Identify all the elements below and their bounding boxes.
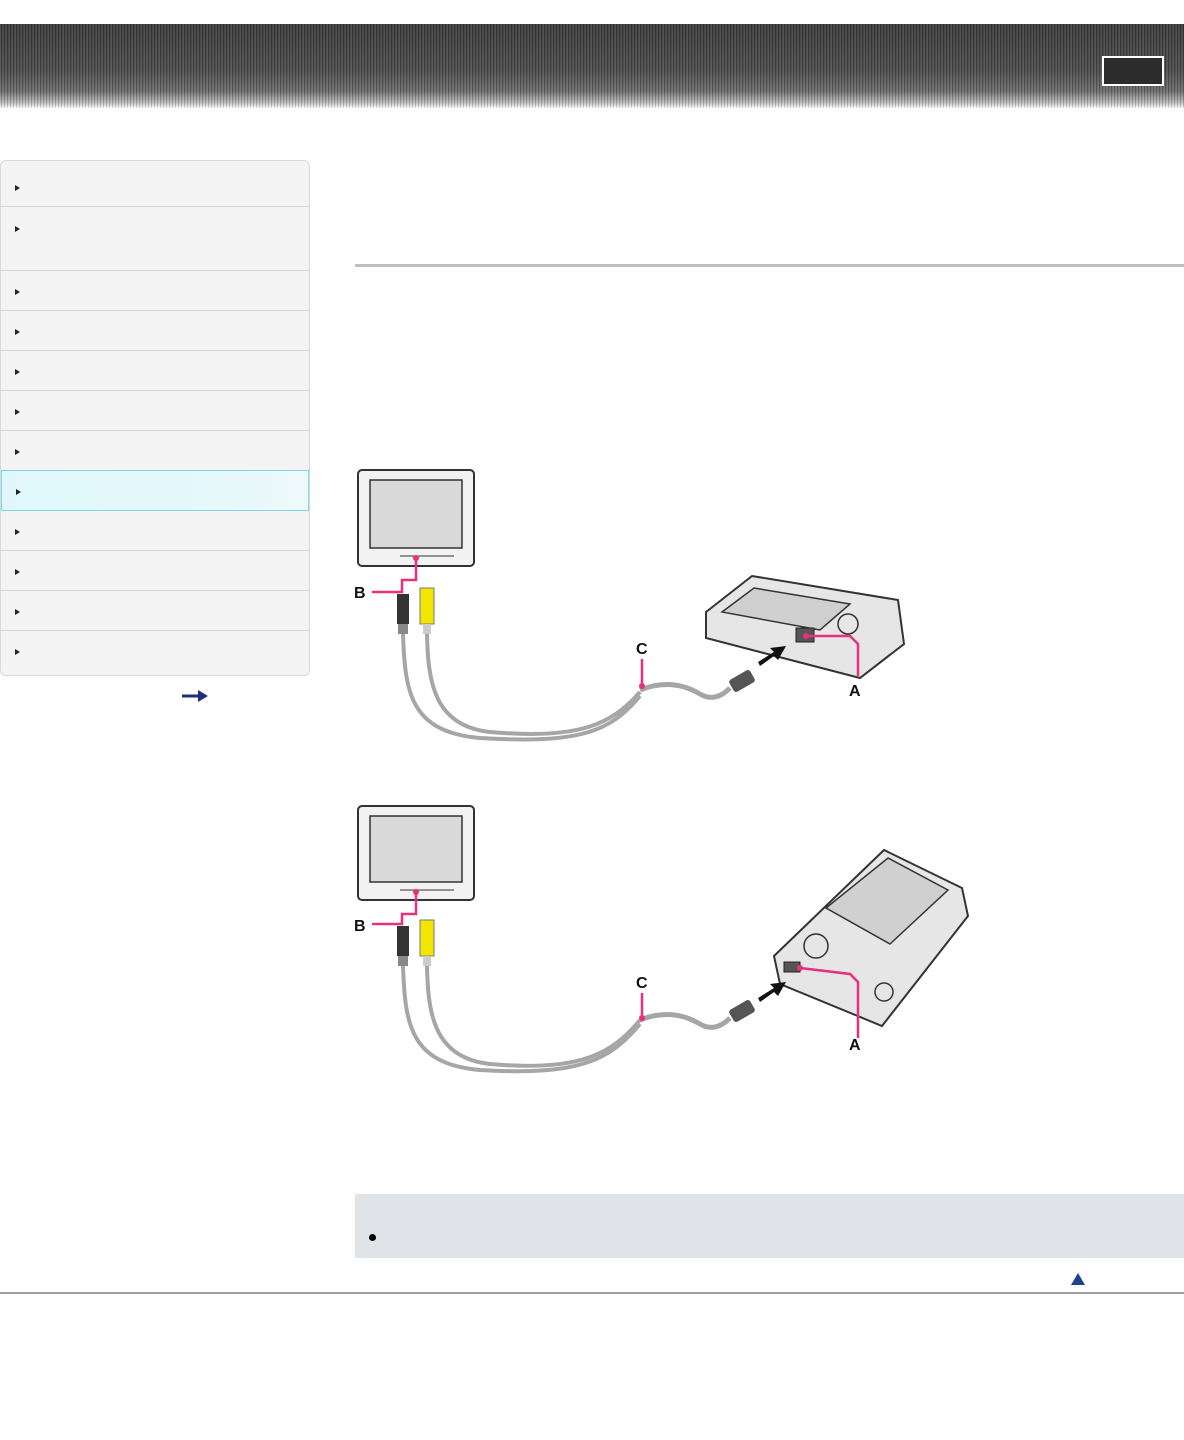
header-banner	[0, 24, 1184, 108]
triangle-up-icon[interactable]	[1070, 1272, 1086, 1286]
sidebar-item-2[interactable]	[1, 207, 309, 271]
sidebar-item-4[interactable]	[1, 311, 309, 351]
sidebar-item-1[interactable]	[1, 161, 309, 207]
arrow-right-icon	[15, 289, 20, 295]
arrow-right-icon	[15, 449, 20, 455]
sidebar-item-10[interactable]	[1, 551, 309, 591]
connection-diagram-1: B C A	[354, 469, 906, 742]
arrow-right-icon	[15, 226, 20, 232]
arrow-right-icon	[15, 529, 20, 535]
camera-icon	[705, 574, 906, 680]
arrow-right-icon	[15, 569, 20, 575]
arrow-right-icon	[16, 489, 21, 495]
arrow-right-icon	[15, 409, 20, 415]
arrow-right-icon	[15, 609, 20, 615]
sidebar-item-9[interactable]	[1, 511, 309, 551]
tv-monitor-icon	[357, 469, 475, 567]
sidebar-item-12[interactable]	[1, 631, 309, 675]
arrow-right-icon	[15, 185, 20, 191]
title-divider	[355, 264, 1184, 267]
sidebar-item-6[interactable]	[1, 391, 309, 431]
header-button[interactable]	[1102, 56, 1164, 86]
sidebar-item-7[interactable]	[1, 431, 309, 471]
sidebar-item-3[interactable]	[1, 271, 309, 311]
sidebar-item-11[interactable]	[1, 591, 309, 631]
arrow-right-icon	[15, 649, 20, 655]
label-b: B	[354, 585, 366, 602]
arrow-right-icon	[15, 369, 20, 375]
label-c: C	[636, 975, 648, 992]
label-c: C	[636, 641, 648, 658]
label-a: A	[849, 683, 861, 700]
footer-divider	[0, 1292, 1184, 1294]
label-a: A	[849, 1037, 861, 1054]
note-box	[355, 1194, 1184, 1258]
arrow-right-icon	[15, 329, 20, 335]
label-b: B	[354, 918, 366, 935]
long-arrow-right-icon[interactable]	[182, 690, 208, 702]
connection-diagram-2: B C A	[354, 805, 970, 1074]
sidebar-item-5[interactable]	[1, 351, 309, 391]
tv-monitor-icon	[357, 805, 475, 901]
sidebar-nav	[0, 160, 310, 676]
bullet-icon	[369, 1234, 376, 1241]
sidebar-item-8-active[interactable]	[1, 470, 309, 511]
camera-icon	[772, 848, 970, 1028]
